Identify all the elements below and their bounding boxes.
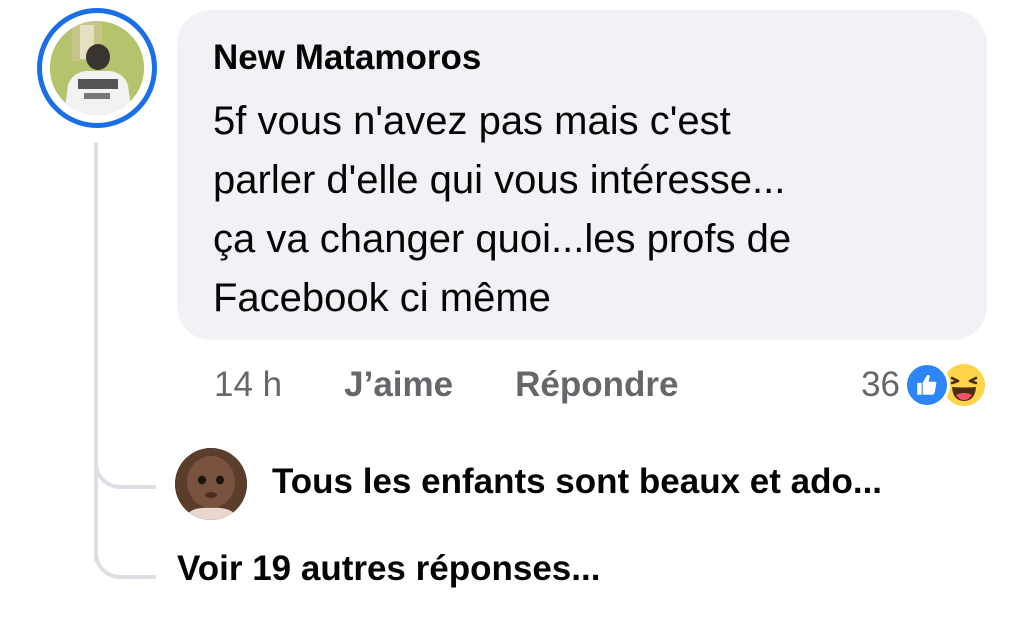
comment-text-line: 5f vous n'avez pas mais c'est [213,99,731,143]
thread-branch-more [94,545,156,579]
like-icon [904,362,950,408]
like-button[interactable]: J’aime [344,365,453,405]
avatar-photo [50,21,144,115]
reply-preview-text[interactable]: Tous les enfants sont beaux et ado... [272,462,882,502]
comment-text-line: parler d'elle qui vous intéresse... [213,158,786,202]
comment-author[interactable]: New Matamoros [213,38,951,78]
comment-text-line: Facebook ci même [213,276,551,320]
comment-timestamp[interactable]: 14 h [214,365,282,405]
thread-line [94,142,98,562]
reply-button[interactable]: Répondre [515,365,678,405]
view-more-replies-link[interactable]: Voir 19 autres réponses... [177,549,600,589]
reaction-summary[interactable]: 36 [861,360,988,410]
reply-author-avatar[interactable] [175,448,247,520]
commenter-avatar[interactable] [37,8,157,128]
comment-thread: New Matamoros 5f vous n'avez pas mais c'… [0,0,1024,618]
reaction-count: 36 [861,365,900,404]
thread-branch-reply [94,455,156,489]
comment-actions: 14 h J’aime Répondre [214,360,678,410]
comment-bubble: New Matamoros 5f vous n'avez pas mais c'… [177,10,987,340]
comment-text-line: ça va changer quoi...les profs de [213,217,792,261]
